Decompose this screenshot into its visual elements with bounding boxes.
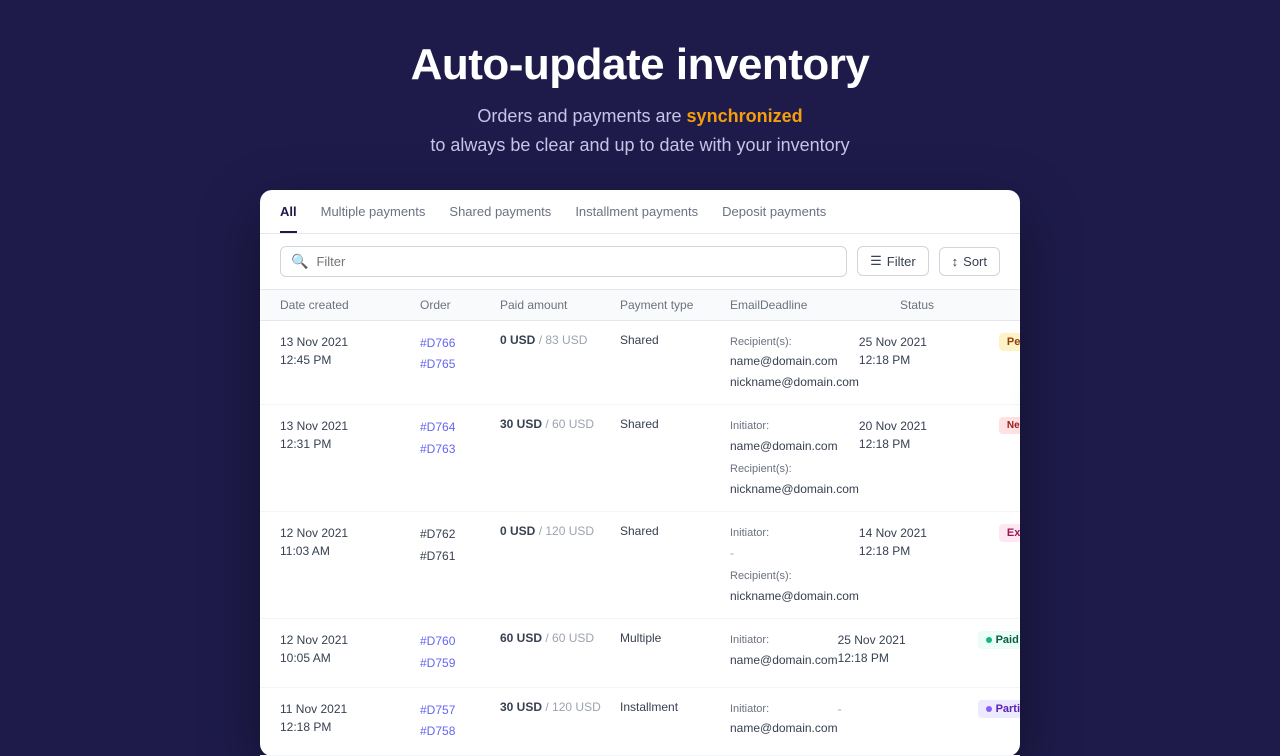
th-actions (1010, 298, 1020, 312)
date-cell: 11 Nov 202112:18 PM (280, 700, 420, 736)
table: Date created Order Paid amount Payment t… (260, 290, 1020, 756)
th-status: Status (900, 298, 1010, 312)
search-box: 🔍 (280, 246, 847, 277)
email-cell: Initiator: name@domain.com (730, 631, 838, 670)
order-cell: #D764 #D763 (420, 417, 500, 460)
deadline-cell: 25 Nov 202112:18 PM (838, 631, 978, 667)
status-cell: Pending (999, 333, 1020, 351)
status-cell: Paid (978, 631, 1020, 649)
page-title: Auto-update inventory (411, 40, 870, 90)
filter-button[interactable]: ☰ Filter (857, 246, 929, 276)
email-cell: Initiator: name@domain.com (730, 700, 838, 739)
date-cell: 13 Nov 202112:31 PM (280, 417, 420, 453)
hero-subtitle: Orders and payments are synchronized to … (430, 102, 849, 160)
order-link[interactable]: #D763 (420, 439, 500, 461)
th-paid-amount: Paid amount (500, 298, 620, 312)
table-row: 11 Nov 202112:18 PM #D757 #D758 30 USD /… (260, 688, 1020, 756)
sort-icon: ↕ (952, 254, 959, 269)
order-link[interactable]: #D757 (420, 700, 500, 722)
status-cell: Expired (999, 524, 1020, 542)
order-link[interactable]: #D765 (420, 354, 500, 376)
order-cell: #D760 #D759 (420, 631, 500, 674)
date-cell: 12 Nov 202110:05 AM (280, 631, 420, 667)
order-cell: #D762 #D761 (420, 524, 500, 567)
deadline-cell: 25 Nov 202112:18 PM (859, 333, 999, 369)
sort-button[interactable]: ↕ Sort (939, 247, 1000, 276)
amount-cell: 30 USD / 60 USD (500, 417, 620, 431)
search-input[interactable] (316, 254, 836, 269)
email-cell: Recipient(s): name@domain.com nickname@d… (730, 333, 859, 392)
email-cell: Initiator: name@domain.com Recipient(s):… (730, 417, 859, 499)
order-cell: #D757 #D758 (420, 700, 500, 743)
th-payment-type: Payment type (620, 298, 730, 312)
order-link[interactable]: #D766 (420, 333, 500, 355)
date-cell: 13 Nov 202112:45 PM (280, 333, 420, 369)
status-cell: Partially paid (978, 700, 1020, 718)
date-cell: 12 Nov 202111:03 AM (280, 524, 420, 560)
search-icon: 🔍 (291, 253, 308, 270)
highlight-text: synchronized (687, 106, 803, 126)
deadline-cell: 14 Nov 202112:18 PM (859, 524, 999, 560)
order-cell: #D766 #D765 (420, 333, 500, 376)
type-cell: Shared (620, 333, 730, 347)
status-cell: Need considera... (999, 417, 1020, 434)
email-cell: Initiator: - Recipient(s): nickname@doma… (730, 524, 859, 606)
toolbar: 🔍 ☰ Filter ↕ Sort (260, 234, 1020, 290)
table-row: 13 Nov 202112:45 PM #D766 #D765 0 USD / … (260, 321, 1020, 405)
order-link[interactable]: #D761 (420, 546, 500, 568)
table-header: Date created Order Paid amount Payment t… (260, 290, 1020, 321)
th-order: Order (420, 298, 500, 312)
order-link[interactable]: #D758 (420, 721, 500, 743)
table-row: 12 Nov 202111:03 AM #D762 #D761 0 USD / … (260, 512, 1020, 619)
status-badge: Need considera... (999, 417, 1020, 434)
amount-cell: 0 USD / 120 USD (500, 524, 620, 538)
type-cell: Shared (620, 524, 730, 538)
tab-all[interactable]: All (280, 190, 297, 233)
tabs-bar: All Multiple payments Shared payments In… (260, 190, 1020, 234)
order-link[interactable]: #D762 (420, 524, 500, 546)
order-link[interactable]: #D759 (420, 653, 500, 675)
status-badge: Pending (999, 333, 1020, 351)
th-email: Email (730, 298, 760, 312)
type-cell: Installment (620, 700, 730, 714)
status-badge: Partially paid (978, 700, 1020, 718)
deadline-cell: - (838, 700, 978, 718)
table-row: 12 Nov 202110:05 AM #D760 #D759 60 USD /… (260, 619, 1020, 687)
table-row: 13 Nov 202112:31 PM #D764 #D763 30 USD /… (260, 405, 1020, 512)
main-card: All Multiple payments Shared payments In… (260, 190, 1020, 756)
th-deadline: Deadline (760, 298, 900, 312)
tab-installment-payments[interactable]: Installment payments (575, 190, 698, 233)
tab-multiple-payments[interactable]: Multiple payments (321, 190, 426, 233)
filter-icon: ☰ (870, 253, 882, 269)
deadline-cell: 20 Nov 202112:18 PM (859, 417, 999, 453)
th-date: Date created (280, 298, 420, 312)
amount-cell: 60 USD / 60 USD (500, 631, 620, 645)
tab-shared-payments[interactable]: Shared payments (449, 190, 551, 233)
amount-cell: 30 USD / 120 USD (500, 700, 620, 714)
order-link[interactable]: #D764 (420, 417, 500, 439)
tab-deposit-payments[interactable]: Deposit payments (722, 190, 826, 233)
amount-cell: 0 USD / 83 USD (500, 333, 620, 347)
type-cell: Multiple (620, 631, 730, 645)
type-cell: Shared (620, 417, 730, 431)
status-badge: Paid (978, 631, 1020, 649)
status-badge: Expired (999, 524, 1020, 542)
order-link[interactable]: #D760 (420, 631, 500, 653)
